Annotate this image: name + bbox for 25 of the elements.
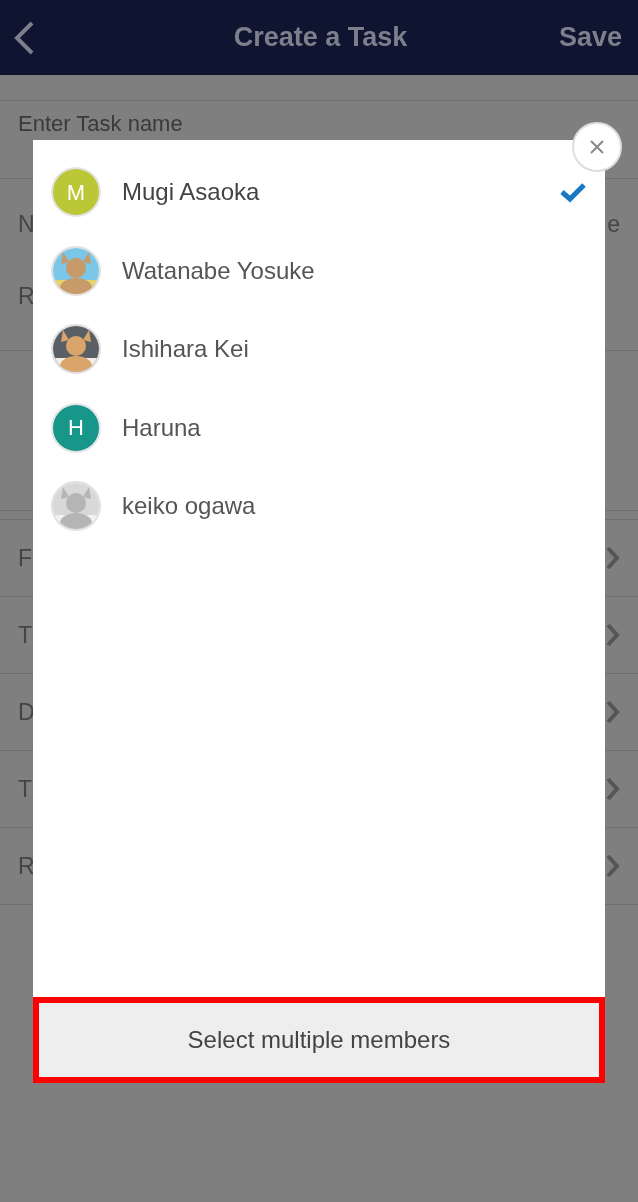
- chevron-icon: [606, 854, 620, 878]
- row-label: F: [18, 543, 33, 573]
- member-name[interactable]: keiko ogawa: [122, 488, 587, 525]
- member-name[interactable]: Haruna: [122, 409, 587, 446]
- save-button[interactable]: Save: [558, 17, 626, 58]
- select-multiple-button[interactable]: Select multiple members: [33, 997, 605, 1083]
- member-name[interactable]: Mugi Asaoka: [122, 174, 559, 211]
- row-label: N: [18, 209, 35, 239]
- chevron-icon: [606, 777, 620, 801]
- row-label: D: [18, 697, 35, 727]
- screen-title: Create a Task: [233, 21, 408, 55]
- chevron-icon: [606, 700, 620, 724]
- member-name[interactable]: Watanabe Yosuke: [122, 252, 587, 289]
- chevron-icon: [606, 623, 620, 647]
- close-icon[interactable]: [572, 122, 622, 172]
- chevron-icon: [606, 546, 620, 570]
- member-avatar: M: [51, 167, 101, 218]
- row-label: R: [18, 282, 35, 311]
- member-name[interactable]: Ishihara Kei: [122, 331, 587, 368]
- row-label: R: [18, 851, 35, 881]
- task-name-placeholder: Enter Task name: [18, 110, 183, 138]
- row-value: e: [607, 209, 620, 239]
- row-label: T: [18, 620, 33, 650]
- member-avatar: H: [51, 402, 101, 453]
- row-label: T: [18, 774, 33, 804]
